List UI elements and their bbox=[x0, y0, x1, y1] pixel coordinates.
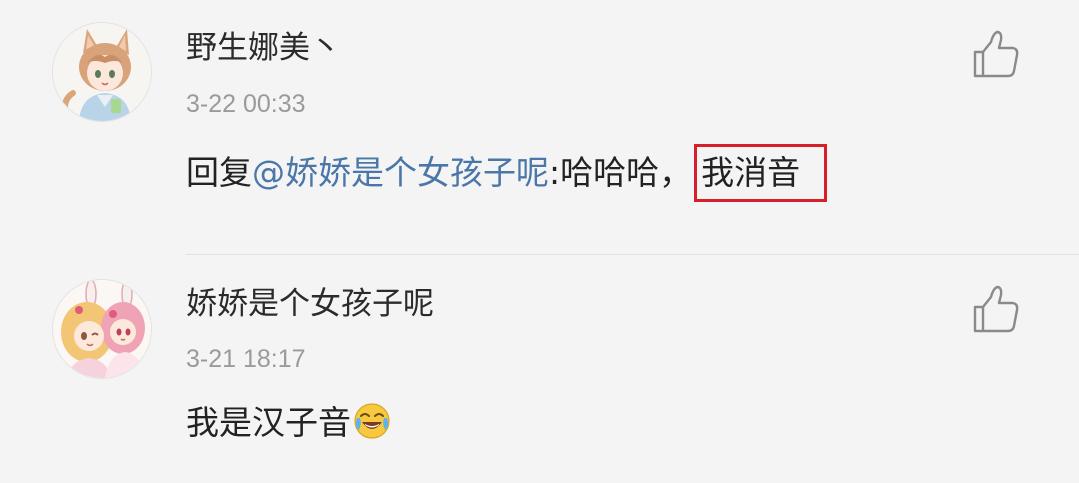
comment-text-part: 我是汉子音 bbox=[186, 403, 351, 442]
comment-text-part: :哈哈哈， bbox=[549, 153, 693, 192]
user-avatar[interactable] bbox=[52, 22, 152, 122]
username[interactable]: 娇娇是个女孩子呢 bbox=[186, 284, 434, 324]
thumbs-up-icon bbox=[973, 285, 1019, 333]
comment-item[interactable]: 娇娇是个女孩子呢 3-21 18:17 我是汉子音 bbox=[0, 255, 1079, 483]
comment-timestamp: 3-21 18:17 bbox=[186, 345, 306, 373]
highlighted-text: 我消音 bbox=[694, 144, 828, 202]
mention-link[interactable]: @娇娇是个女孩子呢 bbox=[252, 153, 549, 192]
like-button[interactable] bbox=[969, 283, 1023, 337]
user-avatar[interactable] bbox=[52, 279, 152, 379]
username[interactable]: 野生娜美丶 bbox=[186, 28, 341, 68]
anime-girls-bunny-ears-avatar-icon bbox=[53, 280, 151, 378]
like-button[interactable] bbox=[969, 28, 1023, 82]
thumbs-up-icon bbox=[973, 30, 1019, 78]
crying-laughing-emoji-icon bbox=[353, 402, 391, 440]
comment-item[interactable]: 野生娜美丶 3-22 00:33 回复@娇娇是个女孩子呢:哈哈哈， 我消音 bbox=[0, 0, 1079, 254]
comment-timestamp: 3-22 00:33 bbox=[186, 90, 306, 118]
reply-prefix: 回复 bbox=[186, 153, 252, 192]
comment-text: 我是汉子音 bbox=[186, 401, 391, 445]
comment-text: 回复@娇娇是个女孩子呢:哈哈哈， 我消音 bbox=[186, 144, 828, 202]
anime-girl-cat-ears-avatar-icon bbox=[53, 23, 151, 121]
